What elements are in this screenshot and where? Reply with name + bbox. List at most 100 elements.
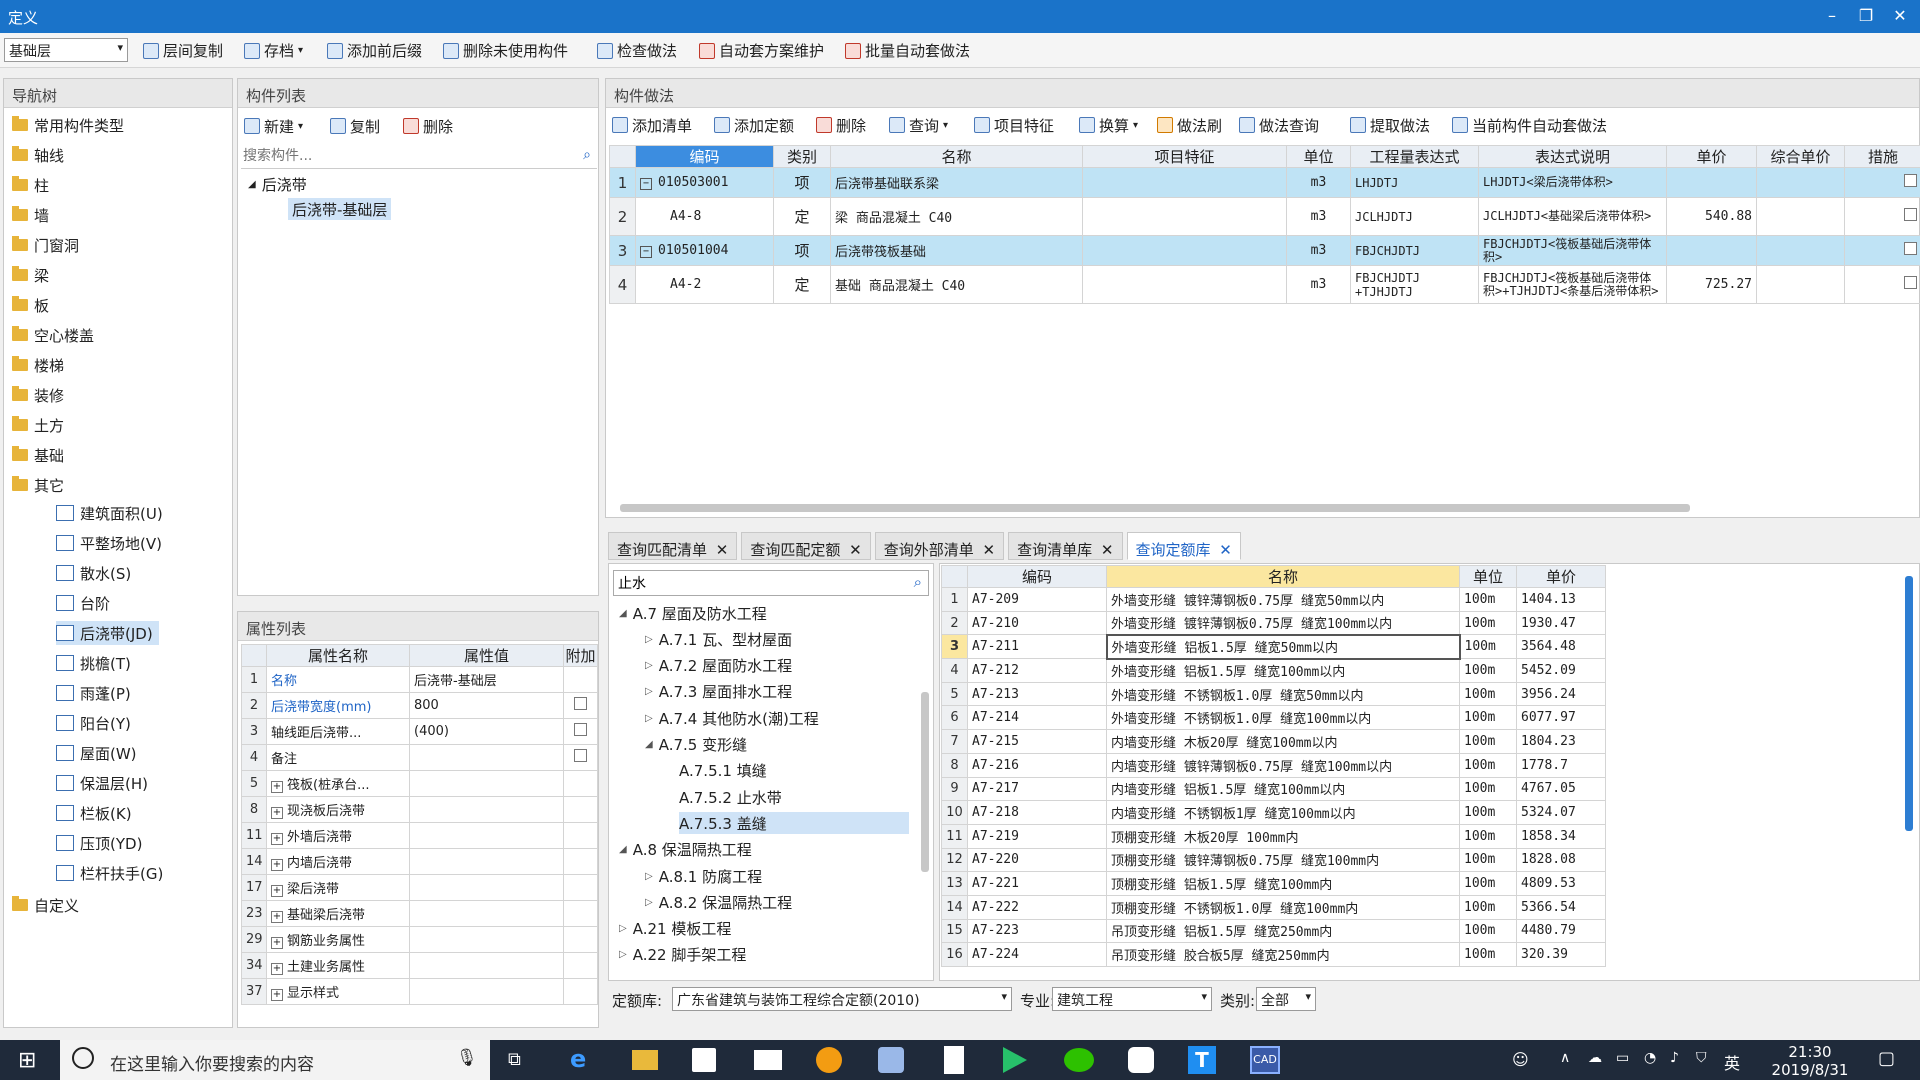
measure-checkbox[interactable] [1904,276,1917,289]
expand-icon[interactable]: + [271,963,283,975]
floor-select[interactable]: 基础层 [4,38,128,62]
component-tree-parent[interactable]: ◢ 后浇带 [248,173,307,195]
property-row[interactable]: 8 + 现浇板后浇带 [241,796,598,823]
nav-folder[interactable]: 轴线 [12,143,64,167]
quota-row[interactable]: 5 A7-213 外墙变形缝 不锈钢板1.0厚 缝宽50mm以内 100m 39… [941,681,1606,707]
tree-expander-icon[interactable]: ▷ [619,923,627,934]
tree-expander-icon[interactable]: ▷ [645,713,653,724]
property-value[interactable]: 800 [409,692,564,719]
quota-tree-node[interactable]: A.7.5.2 止水带 [679,786,782,808]
new-component-button[interactable]: 新建 ▾ [244,113,303,139]
wifi-icon[interactable]: ◔ [1644,1050,1656,1066]
quota-row[interactable]: 15 A7-223 吊顶变形缝 铝板1.5厚 缝宽250mm内 100m 448… [941,918,1606,944]
property-value[interactable]: 后浇带-基础层 [409,666,564,693]
method-col-header[interactable]: 项目特征 [1082,145,1287,168]
property-row[interactable]: 1 名称 后浇带-基础层 [241,666,598,693]
query-tab-0[interactable]: 查询匹配清单 ✕ [608,532,738,560]
nav-folder[interactable]: 装修 [12,383,64,407]
expand-icon[interactable]: + [271,807,283,819]
search-icon[interactable]: ⌕ [914,573,922,591]
nav-folder[interactable]: 土方 [12,413,64,437]
nav-item-other[interactable]: 栏板(K) [56,801,138,825]
tree-expander-icon[interactable]: ▷ [645,871,653,882]
quota-tree-node[interactable]: ▷ A.7.1 瓦、型材屋面 [645,628,792,650]
tree-expander-icon[interactable]: ▷ [645,897,653,908]
people-icon[interactable]: ☺ [1512,1050,1529,1069]
property-value[interactable] [409,952,564,979]
quota-tree-node[interactable]: ▷ A.22 脚手架工程 [619,944,746,966]
quota-row[interactable]: 14 A7-222 顶棚变形缝 不锈钢板1.0厚 缝宽100mm内 100m 5… [941,894,1606,920]
quota-lib-select[interactable]: 广东省建筑与装饰工程综合定额(2010) [672,987,1012,1011]
search-icon[interactable]: ⌕ [583,147,591,163]
query-tab-2[interactable]: 查询外部清单 ✕ [874,532,1005,560]
method-col-header[interactable]: 名称 [830,145,1083,168]
quota-row[interactable]: 16 A7-224 吊顶变形缝 胶合板5厚 缝宽250mm内 100m 320.… [941,942,1606,967]
component-tree-child[interactable]: 后浇带-基础层 [288,198,392,220]
nav-folder[interactable]: 柱 [12,173,49,197]
method-tool-0[interactable]: 添加清单 [612,112,692,138]
collapse-icon[interactable]: ◢ [248,179,256,190]
copy-component-button[interactable]: 复制 [330,113,380,139]
measure-checkbox[interactable] [1904,208,1917,221]
property-value[interactable] [409,822,564,849]
method-tool-2[interactable]: 删除 [816,112,866,138]
method-row[interactable]: 1 −010503001 项 后浇带基础联系梁 m3 LHJDTJ LHJDTJ… [609,167,1920,198]
nav-folder-custom[interactable]: 自定义 [12,893,79,917]
quota-col-header[interactable]: 单价 [1516,565,1606,588]
nav-item-other[interactable]: 平整场地(V) [56,531,168,555]
quota-row[interactable]: 8 A7-216 内墙变形缝 镀锌薄钢板0.75厚 缝宽100mm以内 100m… [941,752,1606,778]
nav-folder[interactable]: 基础 [12,443,64,467]
method-tool-7[interactable]: 做法查询 [1239,112,1319,138]
property-value[interactable] [409,978,564,1005]
delete-unused-button[interactable]: 删除未使用构件 [443,39,568,62]
store-icon[interactable] [692,1048,716,1072]
nav-item-other[interactable]: 屋面(W) [56,741,143,765]
property-row[interactable]: 2 后浇带宽度(mm) 800 [241,692,598,719]
extra-checkbox[interactable] [574,697,587,710]
close-icon[interactable]: ✕ [849,541,862,559]
tree-expander-icon[interactable]: ▷ [619,949,627,960]
quota-tree-node[interactable]: A.7.5.1 填缝 [679,760,767,782]
quota-tree-node[interactable]: ▷ A.8.2 保温隔热工程 [645,891,792,913]
nav-folder[interactable]: 墙 [12,203,49,227]
quota-tree-node[interactable]: ▷ A.7.3 屋面排水工程 [645,681,792,703]
cloud-icon[interactable]: ☁ [1588,1050,1602,1066]
expand-icon[interactable]: + [271,781,283,793]
battery-icon[interactable]: ▭ [1616,1050,1629,1066]
clock-date[interactable]: 2019/8/31 [1760,1061,1860,1079]
auto-plan-button[interactable]: 自动套方案维护 [699,39,824,62]
quota-col-header[interactable]: 单位 [1459,565,1517,588]
method-col-header[interactable]: 编码 [635,145,774,168]
save-archive-button[interactable]: 存档 ▾ [244,39,303,62]
quota-search-input[interactable] [614,571,894,595]
quota-scrollbar[interactable] [1905,576,1913,831]
property-value[interactable]: (400) [409,718,564,745]
extra-checkbox[interactable] [574,749,587,762]
method-col-header[interactable]: 单位 [1286,145,1351,168]
query-tab-4[interactable]: 查询定额库 ✕ [1126,532,1241,560]
method-tool-3[interactable]: 查询 ▾ [889,112,948,138]
method-tool-5[interactable]: 换算 ▾ [1079,112,1138,138]
quota-tree-node[interactable]: ◢ A.7.5 变形缝 [645,734,747,756]
nav-folder[interactable]: 楼梯 [12,353,64,377]
nav-item-other[interactable]: 后浇带(JD) [56,621,159,645]
nav-item-other[interactable]: 台阶 [56,591,116,615]
close-button[interactable]: ✕ [1880,4,1920,28]
ime-indicator[interactable]: 英 [1724,1050,1740,1074]
expand-icon[interactable]: + [271,885,283,897]
app-t-icon[interactable]: T [1188,1046,1216,1074]
nav-item-other[interactable]: 栏杆扶手(G) [56,861,169,885]
quota-tree-node[interactable]: ◢ A.8 保温隔热工程 [619,839,752,861]
app-orange-icon[interactable] [816,1047,842,1073]
expand-icon[interactable]: + [271,859,283,871]
cad-app-icon[interactable]: CAD [1250,1046,1280,1074]
quota-col-header[interactable]: 编码 [967,565,1107,588]
method-tool-8[interactable]: 提取做法 [1350,112,1430,138]
nav-item-other[interactable]: 建筑面积(U) [56,501,169,525]
method-row[interactable]: 2 A4-8 定 梁 商品混凝土 C40 m3 JCLHJDTJ JCLHJDT… [609,197,1920,236]
nav-folder[interactable]: 其它 [12,473,64,497]
quota-row[interactable]: 12 A7-220 顶棚变形缝 镀锌薄钢板0.75厚 缝宽100mm内 100m… [941,847,1606,873]
method-tool-4[interactable]: 项目特征 [974,112,1054,138]
method-row[interactable]: 4 A4-2 定 基础 商品混凝土 C40 m3 FBJCHJDTJ +TJHJ… [609,265,1920,304]
close-icon[interactable]: ✕ [1219,541,1232,559]
